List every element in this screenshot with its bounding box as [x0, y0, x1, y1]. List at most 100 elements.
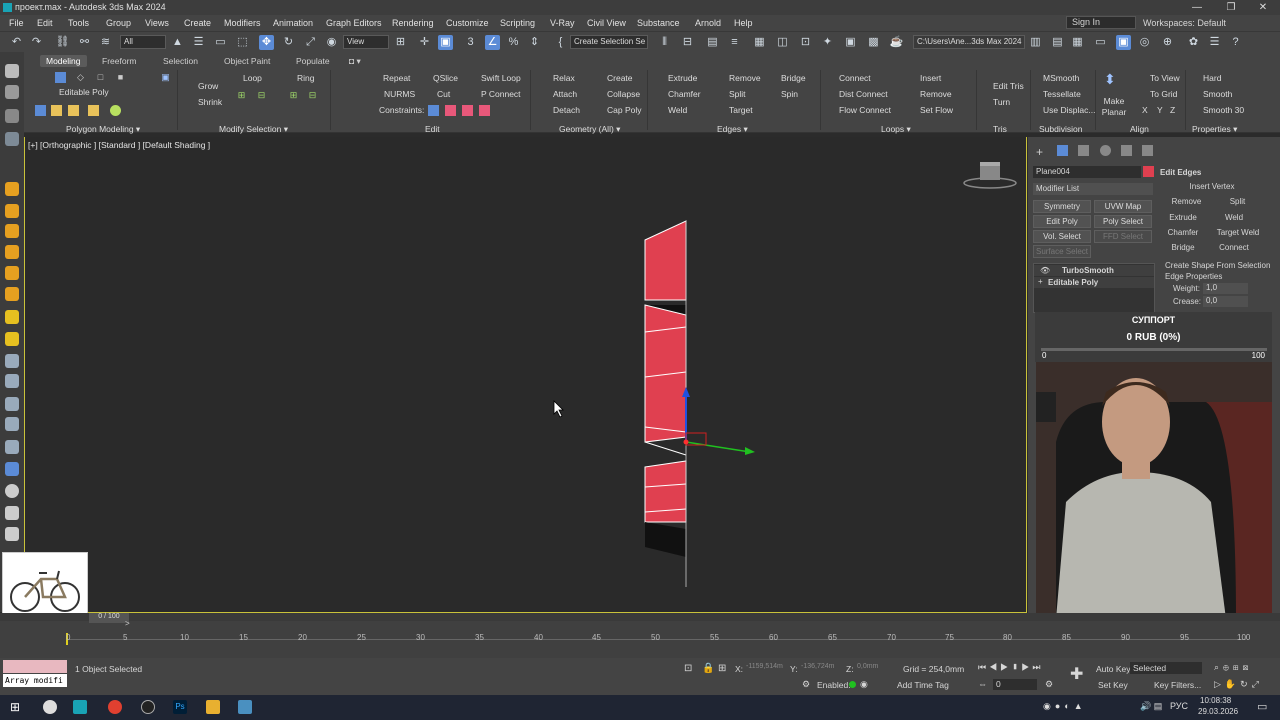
edge-remove-button[interactable]: Remove: [1163, 197, 1210, 206]
key-mode-icon[interactable]: ⇔: [978, 679, 987, 689]
select-by-name-icon[interactable]: ☰: [191, 35, 206, 50]
bind-spacewarp-icon[interactable]: ≋: [98, 35, 113, 50]
smooth30-button[interactable]: Smooth 30: [1203, 105, 1244, 116]
edge-mode-icon[interactable]: ◇: [75, 72, 86, 83]
align-x-button[interactable]: X: [1142, 105, 1148, 116]
placement-icon[interactable]: ◉: [324, 35, 339, 50]
edit-tris-button[interactable]: Edit Tris: [993, 81, 1024, 92]
edit-poly-button[interactable]: Edit Poly: [1033, 215, 1091, 228]
turn-button[interactable]: Turn: [993, 97, 1010, 108]
menu-civil-view[interactable]: Civil View: [587, 15, 626, 31]
isolate-icon[interactable]: ⊡: [684, 663, 692, 674]
edge-chamfer-button[interactable]: Chamfer: [1163, 228, 1203, 237]
menu-arnold[interactable]: Arnold: [695, 15, 721, 31]
menu-scripting[interactable]: Scripting: [500, 15, 535, 31]
curve-editor-icon[interactable]: ◫: [775, 35, 790, 50]
cloud-icon[interactable]: [5, 506, 19, 520]
symmetry-button[interactable]: Symmetry: [1033, 200, 1091, 213]
element-mode-icon[interactable]: ■: [115, 72, 126, 83]
maxscript-listener-pink[interactable]: [3, 660, 67, 673]
select-manipulate-icon[interactable]: ✛: [417, 35, 432, 50]
lock-icon[interactable]: 🔒: [702, 663, 714, 674]
save-icon[interactable]: ▦: [1070, 35, 1085, 50]
menu-animation[interactable]: Animation: [273, 15, 313, 31]
use-displace-button[interactable]: Use Displac...: [1043, 105, 1095, 116]
tray-icons-2[interactable]: 🔊 ▤: [1140, 701, 1162, 712]
window-icon[interactable]: ▭: [1093, 35, 1108, 50]
scale-icon[interactable]: ⤢: [303, 35, 318, 50]
weld-button[interactable]: Weld: [668, 105, 687, 116]
surface-select-button[interactable]: Surface Select: [1033, 245, 1091, 258]
edge-weld-button[interactable]: Weld: [1214, 213, 1254, 222]
move-icon[interactable]: ✥: [259, 35, 274, 50]
x-coordinate[interactable]: -1159,514m: [746, 663, 784, 674]
pivot-center-icon[interactable]: ⊞: [393, 35, 408, 50]
camera-icon[interactable]: [5, 204, 19, 218]
align-z-button[interactable]: Z: [1170, 105, 1175, 116]
windows-start-icon[interactable]: ⊞: [10, 700, 24, 714]
active-tool-icon[interactable]: [5, 462, 19, 476]
object-name-field[interactable]: Plane004: [1033, 166, 1141, 178]
timeline[interactable]: 0 / 100 > 0 5 10 15 20 25 30 35 40 45 50…: [0, 613, 1280, 660]
mirror-icon[interactable]: ⫴: [657, 35, 672, 50]
viewport-nav-icons[interactable]: ⌕⊕⊞⊠: [1214, 662, 1252, 673]
edge-connect-button[interactable]: Connect: [1214, 243, 1254, 252]
connect-button[interactable]: Connect: [839, 73, 871, 84]
extrude-button[interactable]: Extrude: [668, 73, 697, 84]
material-editor-icon[interactable]: ✦: [820, 35, 835, 50]
spin-button[interactable]: Spin: [781, 89, 798, 100]
detach-button[interactable]: Detach: [553, 105, 580, 116]
helper-icon[interactable]: [5, 224, 19, 238]
plugin-icon[interactable]: [5, 417, 19, 431]
absolute-mode-icon[interactable]: ⊞: [718, 663, 726, 674]
element-icon[interactable]: [88, 105, 99, 116]
ribbon-toggle-icon[interactable]: ▦: [752, 35, 767, 50]
language-indicator[interactable]: РУС: [1170, 701, 1188, 711]
loop-button[interactable]: Loop: [243, 73, 262, 84]
menu-group[interactable]: Group: [106, 15, 131, 31]
object-color-swatch[interactable]: [1143, 166, 1154, 177]
scene-explorer-icon[interactable]: ▤: [705, 35, 720, 50]
modifier-list-dropdown[interactable]: Modifier List: [1033, 183, 1153, 195]
constraint-face-icon[interactable]: [462, 105, 473, 116]
help-icon[interactable]: ?: [1228, 35, 1243, 50]
sky-icon[interactable]: [5, 332, 19, 346]
schematic-view-icon[interactable]: ⊡: [798, 35, 813, 50]
y-coordinate[interactable]: -136,724m: [801, 663, 839, 674]
align-icon[interactable]: ⊟: [680, 35, 695, 50]
box-icon[interactable]: [5, 354, 19, 368]
ring-button[interactable]: Ring: [297, 73, 314, 84]
viewcube[interactable]: [963, 162, 1017, 189]
hard-button[interactable]: Hard: [1203, 73, 1221, 84]
viewport-nav-icons-2[interactable]: ▷✋↻⤢: [1214, 679, 1263, 690]
layer-explorer-icon[interactable]: ≡: [727, 35, 742, 50]
redo-icon[interactable]: ↷: [29, 35, 44, 50]
selected-object[interactable]: [644, 220, 687, 587]
sun-icon[interactable]: [5, 310, 19, 324]
spacewarp-icon[interactable]: [5, 245, 19, 259]
key-filters-button[interactable]: Key Filters...: [1154, 680, 1201, 690]
qslice-button[interactable]: QSlice: [433, 73, 458, 84]
menu-customize[interactable]: Customize: [446, 15, 489, 31]
time-slider-handle[interactable]: 0 / 100: [89, 613, 129, 623]
constraint-edge-icon[interactable]: [445, 105, 456, 116]
adaptive-degradation-icon[interactable]: ⚙: [802, 679, 810, 690]
tessellate-button[interactable]: Tessellate: [1043, 89, 1081, 100]
make-planar-button[interactable]: Make Planar: [1101, 96, 1127, 118]
edge-extrude-button[interactable]: Extrude: [1163, 213, 1203, 222]
collapse-button[interactable]: Collapse: [607, 89, 640, 100]
tool-icon[interactable]: [5, 397, 19, 411]
dist-connect-button[interactable]: Dist Connect: [839, 89, 888, 100]
uvw-map-button[interactable]: UVW Map: [1094, 200, 1152, 213]
rect-selection-icon[interactable]: ▭: [213, 35, 228, 50]
viewport[interactable]: [+] [Orthographic ] [Standard ] [Default…: [24, 137, 1027, 613]
poly-select-button[interactable]: Poly Select: [1094, 215, 1152, 228]
tray-icons[interactable]: ◉●◐▲: [1043, 701, 1087, 712]
enabled-indicator[interactable]: [849, 681, 856, 688]
plugin-icon[interactable]: ✿: [1186, 35, 1201, 50]
crease-spinner[interactable]: 0,0: [1203, 296, 1248, 307]
motion-tab-icon[interactable]: [1100, 145, 1111, 156]
light-icon[interactable]: [5, 182, 19, 196]
viewport-layout-icon[interactable]: ▣: [1116, 35, 1131, 50]
create-icon[interactable]: [5, 64, 19, 78]
